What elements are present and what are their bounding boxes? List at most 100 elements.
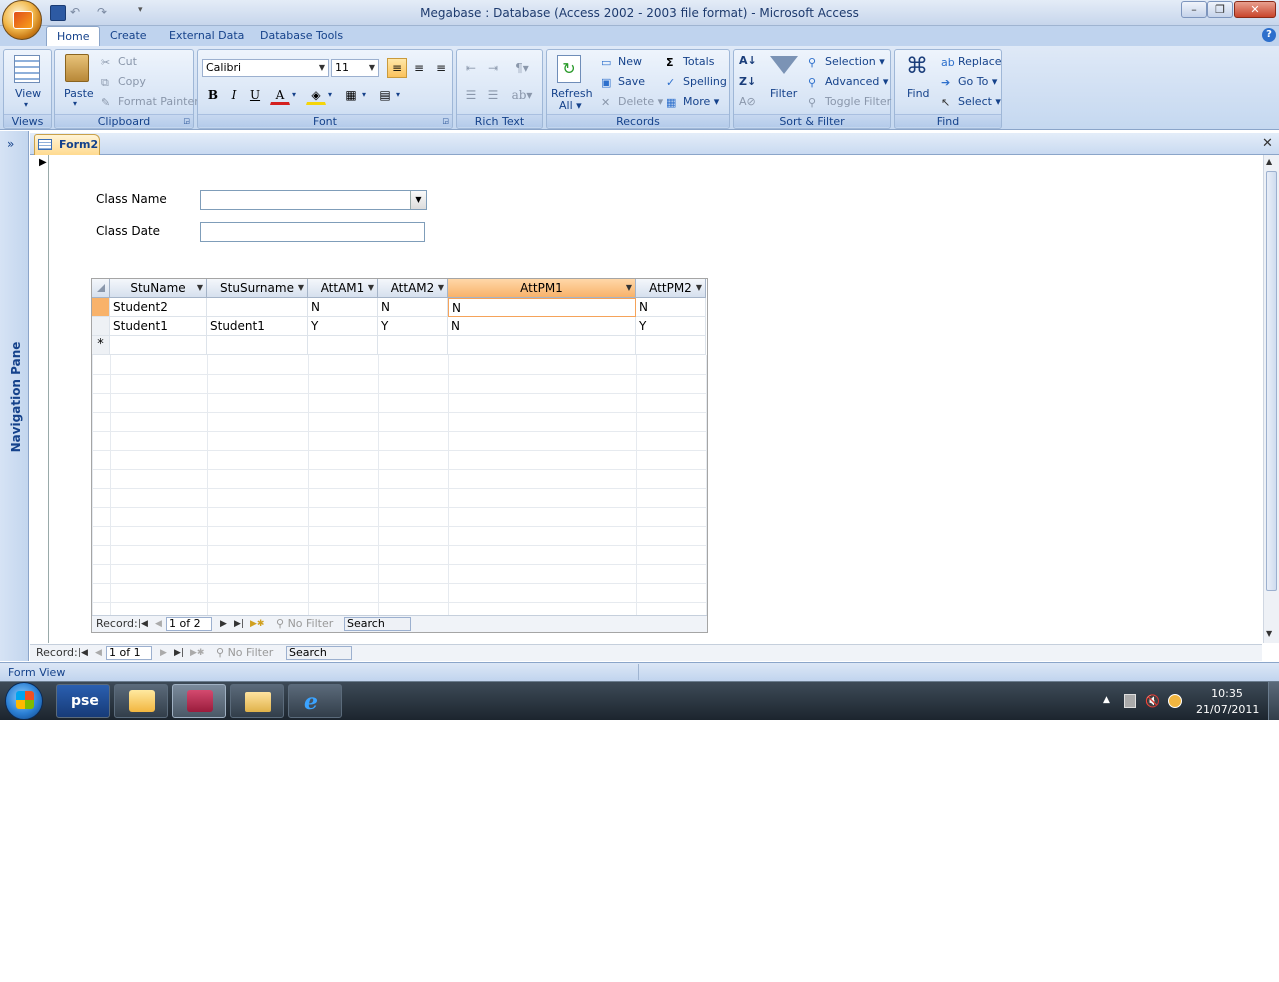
chevron-down-icon[interactable]: ▼ [410, 191, 426, 209]
font-family-select[interactable]: Calibri ▼ [202, 59, 329, 77]
table-cell[interactable] [207, 298, 308, 317]
paste-button[interactable]: Paste [64, 87, 94, 100]
new-row-cell[interactable] [110, 336, 207, 355]
class-date-field[interactable] [200, 222, 425, 242]
office-button[interactable] [2, 0, 42, 40]
alternate-fill-dropdown-icon[interactable]: ▾ [396, 90, 400, 99]
start-button[interactable] [5, 682, 43, 720]
taskbar-app-outlook[interactable] [114, 684, 168, 718]
network-icon[interactable] [1124, 694, 1136, 708]
increase-indent-icon[interactable]: ⇥ [483, 58, 503, 78]
sort-descending-icon[interactable]: Z↓ [739, 75, 756, 88]
taskbar-app-explorer[interactable] [230, 684, 284, 718]
previous-record-icon[interactable]: ◀ [155, 616, 162, 632]
taskbar-app-ie[interactable]: e [288, 684, 342, 718]
tab-home[interactable]: Home [46, 26, 101, 47]
table-cell[interactable]: N [448, 317, 636, 336]
save-record-button[interactable]: ▣ Save [601, 75, 645, 89]
font-size-select[interactable]: 11 ▼ [331, 59, 379, 77]
new-record-nav-icon[interactable]: ▶✱ [250, 616, 264, 632]
new-record-button[interactable]: ▭ New [601, 55, 642, 69]
replace-button[interactable]: ab Replace [941, 55, 1002, 69]
close-button[interactable]: ✕ [1234, 1, 1276, 18]
gridlines-dropdown-icon[interactable]: ▾ [362, 90, 366, 99]
new-record-nav-icon[interactable]: ▶✱ [190, 645, 204, 661]
tab-external-data[interactable]: External Data [159, 26, 254, 46]
column-dropdown-icon[interactable]: ▼ [696, 279, 702, 297]
row-selector[interactable] [92, 317, 110, 336]
new-row-cell[interactable] [308, 336, 378, 355]
new-row-cell[interactable] [207, 336, 308, 355]
italic-button[interactable]: I [224, 85, 244, 105]
goto-button[interactable]: ➔ Go To ▾ [941, 75, 997, 89]
font-color-button[interactable]: A [270, 85, 290, 105]
vertical-scrollbar[interactable]: ▲ ▼ [1263, 155, 1279, 643]
refresh-all-button[interactable]: All ▾ [559, 99, 582, 112]
help-icon[interactable]: ? [1262, 28, 1276, 42]
scroll-thumb[interactable] [1266, 171, 1277, 591]
scroll-down-icon[interactable]: ▼ [1266, 629, 1272, 638]
table-cell[interactable]: N [378, 298, 448, 317]
selection-button[interactable]: ⚲ Selection ▾ [808, 55, 885, 69]
new-row-cell[interactable] [448, 336, 636, 355]
table-cell[interactable]: N [448, 298, 636, 317]
align-left-button[interactable]: ≡ [387, 58, 407, 78]
column-dropdown-icon[interactable]: ▼ [368, 279, 374, 297]
close-document-icon[interactable]: ✕ [1262, 136, 1273, 151]
last-record-icon[interactable]: ▶| [234, 616, 244, 632]
table-cell[interactable]: N [636, 298, 706, 317]
table-cell[interactable]: Y [636, 317, 706, 336]
cut-button[interactable]: ✂ Cut [101, 55, 137, 69]
spelling-button[interactable]: ✓ Spelling [666, 75, 727, 89]
column-dropdown-icon[interactable]: ▼ [298, 279, 304, 297]
paste-dropdown-icon[interactable]: ▾ [73, 99, 77, 108]
record-position-field[interactable]: 1 of 1 [106, 646, 152, 660]
restore-button[interactable]: ❐ [1207, 1, 1233, 18]
show-desktop-button[interactable] [1268, 682, 1279, 720]
first-record-icon[interactable]: |◀ [138, 616, 148, 632]
table-cell[interactable]: N [308, 298, 378, 317]
taskbar-app-access[interactable] [172, 684, 226, 718]
more-button[interactable]: ▦ More ▾ [666, 95, 719, 109]
new-row-cell[interactable] [378, 336, 448, 355]
gridlines-button[interactable]: ▦ [341, 85, 361, 105]
outlook-tray-icon[interactable] [1168, 694, 1182, 708]
volume-muted-icon[interactable]: 🔇 [1145, 694, 1160, 708]
tab-create[interactable]: Create [100, 26, 157, 46]
copy-button[interactable]: ⧉ Copy [101, 75, 146, 89]
table-cell[interactable]: Y [308, 317, 378, 336]
filter-button[interactable]: Filter [770, 87, 797, 100]
decrease-indent-icon[interactable]: ⇤ [461, 58, 481, 78]
fill-color-dropdown-icon[interactable]: ▾ [328, 90, 332, 99]
totals-button[interactable]: Σ Totals [666, 55, 714, 69]
first-record-icon[interactable]: |◀ [78, 645, 88, 661]
numbered-list-icon[interactable]: ☰ [461, 85, 481, 105]
column-header-attpm2[interactable]: AttPM2 ▼ [636, 279, 706, 298]
select-button[interactable]: ↖ Select ▾ [941, 95, 1001, 109]
format-painter-button[interactable]: ✎ Format Painter [101, 95, 199, 109]
navigation-pane-label[interactable]: Navigation Pane [9, 337, 23, 457]
new-row-cell[interactable] [636, 336, 706, 355]
minimize-button[interactable]: – [1181, 1, 1207, 18]
sort-ascending-icon[interactable]: A↓ [739, 54, 757, 67]
align-center-button[interactable]: ≡ [409, 58, 429, 78]
font-color-dropdown-icon[interactable]: ▾ [292, 90, 296, 99]
scroll-up-icon[interactable]: ▲ [1266, 157, 1272, 166]
column-dropdown-icon[interactable]: ▼ [438, 279, 444, 297]
tray-expand-icon[interactable]: ▲ [1103, 695, 1110, 705]
paragraph-direction-icon[interactable]: ¶▾ [507, 58, 537, 78]
next-record-icon[interactable]: ▶ [160, 645, 167, 661]
new-record-marker[interactable]: * [92, 336, 110, 355]
next-record-icon[interactable]: ▶ [220, 616, 227, 632]
taskbar-clock[interactable]: 10:35 21/07/2011 [1196, 687, 1259, 716]
view-dropdown-icon[interactable]: ▾ [24, 100, 28, 109]
font-launcher-icon[interactable]: ◲ [442, 117, 449, 125]
row-selector[interactable] [92, 298, 110, 317]
nav-pane-toggle-icon[interactable]: » [7, 137, 14, 151]
underline-button[interactable]: U [245, 85, 265, 105]
table-cell[interactable]: Student2 [110, 298, 207, 317]
view-button[interactable]: View [15, 87, 41, 100]
bulleted-list-icon[interactable]: ☰ [483, 85, 503, 105]
previous-record-icon[interactable]: ◀ [95, 645, 102, 661]
taskbar-app-pse[interactable]: pse [56, 684, 110, 718]
